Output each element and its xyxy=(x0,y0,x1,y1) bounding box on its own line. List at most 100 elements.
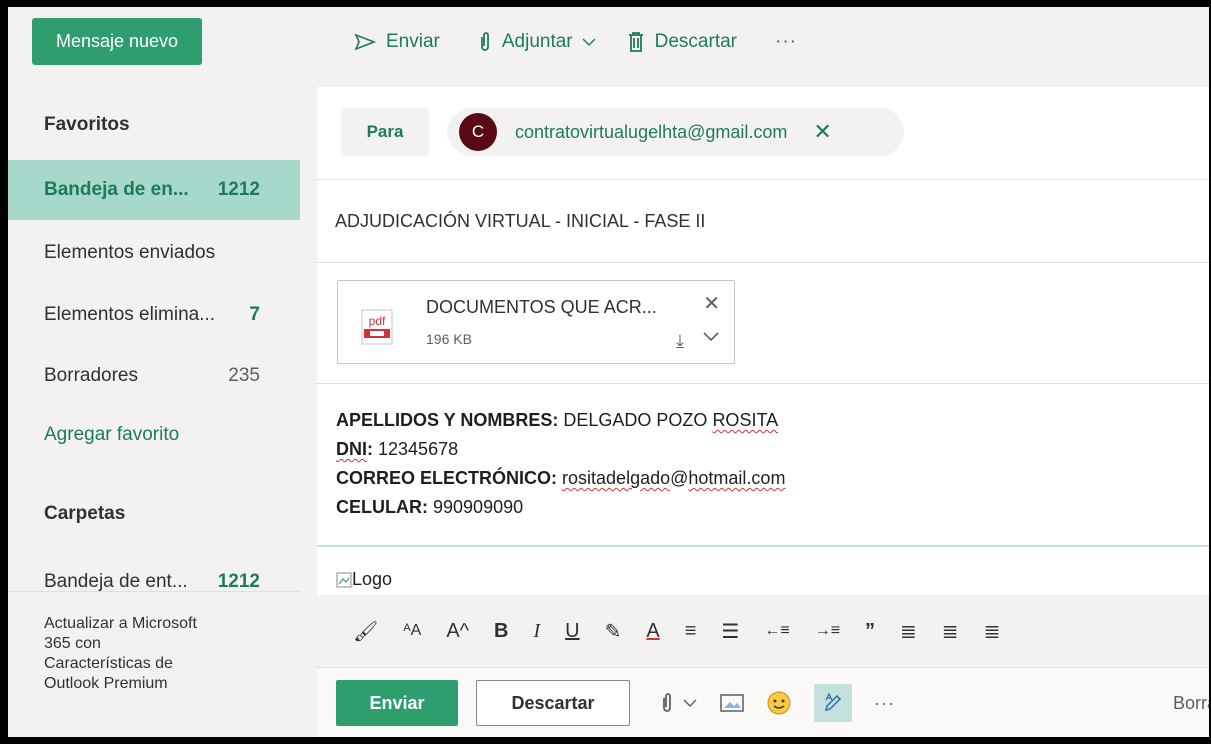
body-line-dni: DNI: 12345678 xyxy=(336,435,785,464)
highlight-icon[interactable]: ✎ xyxy=(605,619,622,644)
decrease-indent-icon[interactable]: ←≡ xyxy=(764,622,789,640)
add-favorite-label: Agregar favorito xyxy=(44,424,180,445)
command-bar: Enviar Adjuntar Descartar ··· xyxy=(300,7,1209,77)
font-color-button[interactable]: A xyxy=(646,620,659,643)
send-button[interactable]: Enviar xyxy=(336,680,458,726)
close-icon[interactable]: ✕ xyxy=(703,291,720,316)
subject-input[interactable]: ADJUDICACIÓN VIRTUAL - INICIAL - FASE II xyxy=(317,180,1209,263)
chevron-down-icon[interactable] xyxy=(702,331,720,343)
field-value: 12345678 xyxy=(378,439,459,459)
sidebar: Mensaje nuevo Favoritos Bandeja de en...… xyxy=(8,7,300,737)
unread-count: 1212 xyxy=(217,179,260,200)
attachment-size: 196 KB xyxy=(426,331,472,347)
compose-actions: Enviar Descartar ··· Borra xyxy=(317,667,1209,737)
paperclip-icon xyxy=(480,32,489,51)
add-favorite-link[interactable]: Agregar favorito xyxy=(8,405,300,465)
emoji-icon xyxy=(767,691,791,715)
recipient-email: contratovirtualugelhta@gmail.com xyxy=(515,121,788,142)
underline-button[interactable]: U xyxy=(565,620,579,643)
chevron-down-icon xyxy=(683,699,697,707)
sidebar-item-label: Elementos elimina... xyxy=(44,304,216,325)
sidebar-item-inbox[interactable]: Bandeja de en... 1212 xyxy=(8,160,300,220)
more-label: ··· xyxy=(775,31,797,52)
attachment-card[interactable]: pdf DOCUMENTOS QUE ACR... 196 KB ✕ ⤓ xyxy=(337,280,735,364)
sidebar-item-deleted[interactable]: Elementos elimina... 7 xyxy=(8,285,300,345)
upgrade-text: Características de xyxy=(44,655,173,672)
sidebar-item-label: Borradores xyxy=(44,365,138,386)
favorites-header-label: Favoritos xyxy=(44,114,130,135)
italic-button[interactable]: I xyxy=(534,620,541,643)
upgrade-text: Actualizar a Microsoft xyxy=(44,615,197,632)
more-options-button[interactable]: ··· xyxy=(775,31,797,53)
field-value: 990909090 xyxy=(433,497,524,517)
insert-picture-button[interactable] xyxy=(720,693,744,713)
field-value: @ xyxy=(670,468,689,488)
chevron-down-icon xyxy=(582,38,596,46)
broken-image-icon xyxy=(336,572,352,587)
logo-alt-text: Logo xyxy=(352,569,393,589)
more-actions-button[interactable]: ··· xyxy=(874,693,895,714)
format-painter-icon[interactable]: 🖌 xyxy=(353,619,378,644)
attach-button[interactable] xyxy=(660,692,698,714)
field-value: rositadelgado xyxy=(562,468,671,488)
sidebar-item-drafts[interactable]: Borradores 235 xyxy=(8,346,300,406)
font-size-icon[interactable]: ᴬA xyxy=(403,622,421,640)
folders-header-label: Carpetas xyxy=(44,503,126,524)
new-message-button[interactable]: Mensaje nuevo xyxy=(32,18,202,65)
trash-icon xyxy=(628,32,643,52)
increase-indent-icon[interactable]: →≡ xyxy=(815,622,840,640)
compose-pane: Para C contratovirtualugelhta@gmail.com … xyxy=(317,87,1209,737)
unread-count: 1212 xyxy=(217,571,260,592)
svg-text:pdf: pdf xyxy=(369,314,386,328)
bold-button[interactable]: B xyxy=(494,620,508,643)
favorites-header[interactable]: Favoritos xyxy=(8,95,300,155)
field-label: DNI xyxy=(336,439,367,459)
unread-count: 7 xyxy=(249,304,260,325)
field-label: CELULAR: xyxy=(336,497,428,517)
close-icon[interactable]: ✕ xyxy=(813,119,831,145)
divider xyxy=(317,383,1209,384)
body-line-email: CORREO ELECTRÓNICO: rositadelgado@hotmai… xyxy=(336,464,785,493)
recipient-chip[interactable]: C contratovirtualugelhta@gmail.com ✕ xyxy=(447,108,904,156)
send-label: Enviar xyxy=(386,31,440,52)
emoji-button[interactable] xyxy=(766,690,792,716)
draft-count: 235 xyxy=(228,365,260,386)
paperclip-icon xyxy=(663,693,671,712)
upgrade-text: 365 con xyxy=(44,635,101,652)
message-body[interactable]: APELLIDOS Y NOMBRES: DELGADO POZO ROSITA… xyxy=(336,406,785,522)
to-button[interactable]: Para xyxy=(341,108,429,156)
numbering-icon[interactable]: ☰ xyxy=(721,619,739,644)
field-label: APELLIDOS Y NOMBRES: xyxy=(336,410,559,430)
upgrade-banner[interactable]: Actualizar a Microsoft 365 con Caracterí… xyxy=(8,591,300,737)
upgrade-text: Outlook Premium xyxy=(44,675,168,692)
align-right-icon[interactable]: ≣ xyxy=(984,619,1001,644)
sidebar-item-sent[interactable]: Elementos enviados xyxy=(8,223,300,283)
quote-button[interactable]: ” xyxy=(865,620,875,643)
attachment-name: DOCUMENTOS QUE ACR... xyxy=(426,297,657,317)
avatar: C xyxy=(459,113,497,151)
align-center-icon[interactable]: ≣ xyxy=(942,619,959,644)
formatting-toolbar: 🖌 ᴬA A^ B I U ✎ A ≡ ☰ ←≡ →≡ ” ≣ ≣ ≣ xyxy=(317,595,1209,667)
body-line-phone: CELULAR: 990909090 xyxy=(336,493,785,522)
editor-button[interactable] xyxy=(814,684,852,722)
folders-header[interactable]: Carpetas xyxy=(8,484,300,544)
sidebar-item-label: Elementos enviados xyxy=(44,242,216,263)
body-line-name: APELLIDOS Y NOMBRES: DELGADO POZO ROSITA xyxy=(336,406,785,435)
sidebar-item-label: Bandeja de en... xyxy=(44,179,189,200)
download-icon[interactable]: ⤓ xyxy=(676,331,684,352)
align-left-icon[interactable]: ≣ xyxy=(900,619,917,644)
folder-item-label: Bandeja de ent... xyxy=(44,571,188,592)
image-icon xyxy=(720,694,744,712)
attach-toolbar-button[interactable]: Adjuntar xyxy=(478,31,597,53)
grow-font-icon[interactable]: A^ xyxy=(446,620,469,643)
bullets-icon[interactable]: ≡ xyxy=(685,620,697,643)
pdf-file-icon: pdf xyxy=(361,309,393,345)
discard-button[interactable]: Descartar xyxy=(476,680,630,726)
attach-label: Adjuntar xyxy=(501,31,573,52)
discard-toolbar-button[interactable]: Descartar xyxy=(627,31,737,53)
draft-status: Borra xyxy=(1172,692,1209,713)
send-icon xyxy=(354,33,376,51)
send-toolbar-button[interactable]: Enviar xyxy=(354,31,440,53)
outlook-window: Mensaje nuevo Favoritos Bandeja de en...… xyxy=(8,7,1209,737)
to-row: Para C contratovirtualugelhta@gmail.com … xyxy=(317,87,1209,180)
